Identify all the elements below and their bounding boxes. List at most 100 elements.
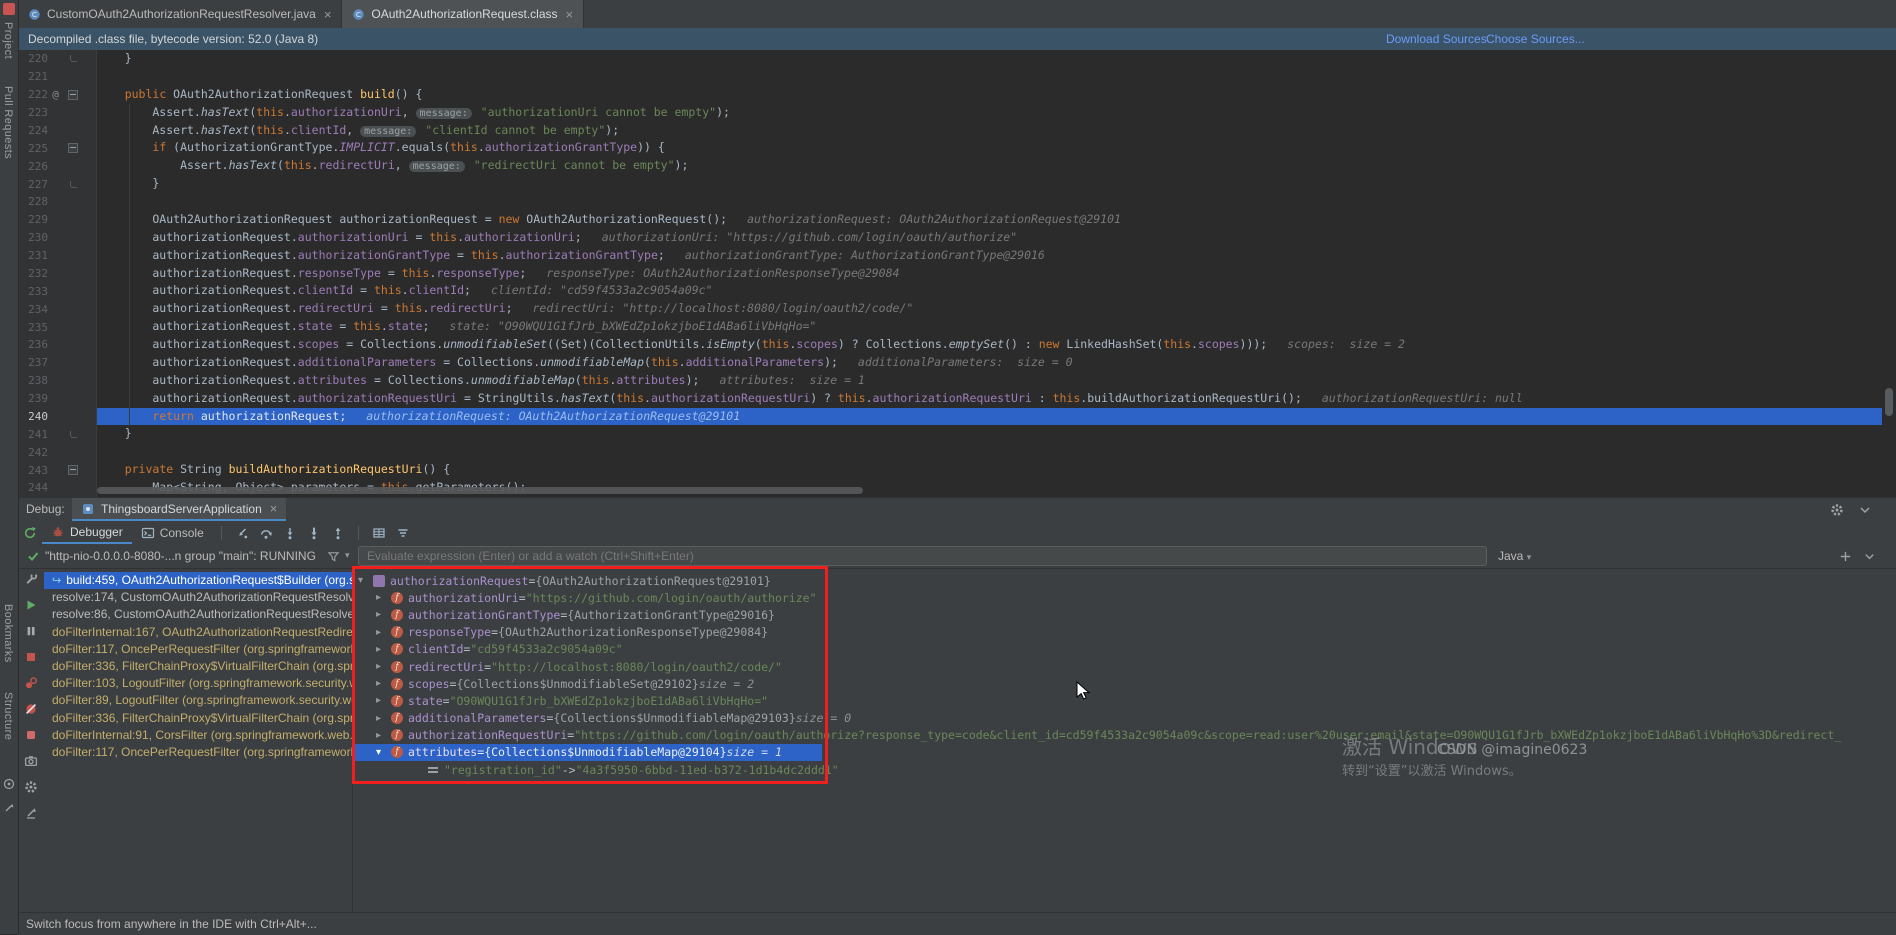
vertical-scrollbar[interactable] bbox=[1885, 388, 1893, 416]
gutter-row[interactable]: 223 bbox=[18, 104, 96, 122]
view-breakpoints-icon[interactable] bbox=[24, 676, 38, 690]
force-step-into-icon[interactable] bbox=[307, 526, 321, 540]
gutter-row[interactable]: 222 @ bbox=[18, 86, 96, 104]
code-line[interactable]: OAuth2AuthorizationRequest authorization… bbox=[97, 211, 1882, 229]
tree-chevron-icon[interactable]: ▸ bbox=[376, 661, 391, 672]
fold-marker[interactable] bbox=[63, 143, 83, 154]
frame-row[interactable]: doFilter:89, LogoutFilter (org.springfra… bbox=[44, 692, 352, 709]
gutter-row[interactable]: 244 bbox=[18, 479, 96, 497]
code-line[interactable]: } bbox=[97, 425, 1882, 443]
gutter-row[interactable]: 225 bbox=[18, 139, 96, 157]
choose-sources-link[interactable]: Choose Sources... bbox=[1486, 28, 1585, 50]
horizontal-scrollbar[interactable] bbox=[97, 487, 863, 494]
variable-row[interactable]: ▸ f additionalParameters = {Collections$Un… bbox=[352, 710, 1896, 727]
tree-chevron-icon[interactable]: ▾ bbox=[376, 747, 391, 758]
settings-icon[interactable] bbox=[24, 780, 38, 794]
frame-row[interactable]: doFilterInternal:91, CorsFilter (org.spr… bbox=[44, 727, 352, 744]
variable-row[interactable]: "registration_id" -> "4a3f5950-6bbd-11ed… bbox=[352, 761, 1896, 778]
fold-collapse-icon[interactable] bbox=[68, 143, 78, 154]
gutter-row[interactable]: 226 bbox=[18, 157, 96, 175]
code-line[interactable]: if (AuthorizationGrantType.IMPLICIT.equa… bbox=[97, 139, 1882, 157]
fold-marker[interactable] bbox=[63, 89, 83, 100]
variable-row[interactable]: ▸ f responseType = {OAuth2AuthorizationRes… bbox=[352, 624, 1896, 641]
variable-row[interactable]: ▸ f redirectUri = "http://localhost:8080/l… bbox=[352, 658, 1896, 675]
code-line[interactable]: private String buildAuthorizationRequest… bbox=[97, 461, 1882, 479]
variable-row[interactable]: ▸ f state = "O90WQU1G1fJrb_bXWEdZp1okzjboE… bbox=[352, 692, 1896, 709]
filter-lines-icon[interactable] bbox=[396, 526, 410, 540]
code-line[interactable] bbox=[97, 68, 1882, 86]
editor-tab-0[interactable]: C CustomOAuth2AuthorizationRequestResolve… bbox=[18, 0, 343, 28]
variable-row[interactable]: ▸ f authorizationGrantType = {Authorizatio… bbox=[352, 606, 1896, 623]
show-execution-point-icon[interactable] bbox=[235, 526, 249, 540]
step-into-icon[interactable] bbox=[283, 526, 297, 540]
editor-tab-1[interactable]: C OAuth2AuthorizationRequest.class × bbox=[342, 0, 585, 28]
gutter-row[interactable]: 230 bbox=[18, 229, 96, 247]
tree-chevron-icon[interactable]: ▸ bbox=[376, 695, 391, 706]
stripe-item-bookmarks[interactable]: Bookmarks bbox=[2, 604, 14, 663]
gutter-row[interactable]: 224 bbox=[18, 122, 96, 140]
code-line[interactable]: authorizationRequest.responseType = this… bbox=[97, 265, 1882, 283]
code-line[interactable]: return authorizationRequest; authorizatio… bbox=[97, 407, 1882, 426]
variable-row[interactable]: ▾ f attributes = {Collections$Unmodifiable… bbox=[352, 743, 1896, 762]
editor-gutter[interactable]: 220 221 222 @223 224 225 226 227 228 229 230 231 232… bbox=[18, 50, 97, 497]
gutter-row[interactable]: 241 bbox=[18, 425, 96, 443]
variable-row[interactable]: ▸ f scopes = {Collections$UnmodifiableSet@… bbox=[352, 675, 1896, 692]
frame-row[interactable]: doFilterInternal:167, OAuth2Authorizatio… bbox=[44, 624, 352, 641]
gutter-row[interactable]: 239 bbox=[18, 390, 96, 408]
gutter-row[interactable]: 235 bbox=[18, 318, 96, 336]
code-line[interactable] bbox=[97, 193, 1882, 211]
download-sources-link[interactable]: Download Sources bbox=[1386, 28, 1487, 50]
frame-row[interactable]: doFilter:336, FilterChainProxy$VirtualFi… bbox=[44, 658, 352, 675]
close-icon[interactable]: × bbox=[566, 7, 574, 22]
target-icon[interactable] bbox=[3, 778, 15, 790]
code-line[interactable]: authorizationRequest.clientId = this.cli… bbox=[97, 282, 1882, 300]
thread-status[interactable]: "http-nio-0.0.0.0-8080-...n group "main"… bbox=[45, 544, 316, 568]
fold-marker[interactable] bbox=[63, 55, 83, 63]
editor-code[interactable]: } public OAuth2AuthorizationRequest buil… bbox=[97, 50, 1882, 497]
gutter-row[interactable]: 231 bbox=[18, 247, 96, 265]
table-view-icon[interactable] bbox=[372, 526, 386, 540]
camera-icon[interactable] bbox=[24, 754, 38, 768]
tab-debugger[interactable]: Debugger bbox=[42, 521, 132, 544]
close-icon[interactable]: × bbox=[324, 7, 332, 22]
gear-icon[interactable] bbox=[1830, 503, 1844, 517]
code-line[interactable]: authorizationRequest.scopes = Collection… bbox=[97, 336, 1882, 354]
gutter-row[interactable]: 221 bbox=[18, 68, 96, 86]
frame-row[interactable]: doFilter:117, OncePerRequestFilter (org.… bbox=[44, 744, 352, 761]
code-line[interactable]: authorizationRequest.additionalParameter… bbox=[97, 354, 1882, 372]
code-line[interactable]: Assert.hasText(this.clientId, message: "… bbox=[97, 122, 1882, 140]
tree-chevron-icon[interactable]: ▸ bbox=[376, 644, 391, 655]
variable-row[interactable]: ▸ f authorizationUri = "https://github.com… bbox=[352, 589, 1896, 606]
tree-chevron-icon[interactable]: ▸ bbox=[376, 713, 391, 724]
gutter-row[interactable]: 243 bbox=[18, 461, 96, 479]
variables-tree[interactable]: ▾ authorizationRequest = {OAuth2Authoriza… bbox=[352, 572, 1896, 913]
wrench-icon[interactable] bbox=[24, 572, 38, 586]
fold-marker[interactable] bbox=[63, 430, 83, 438]
step-out-icon[interactable] bbox=[331, 526, 345, 540]
add-watch-icon[interactable] bbox=[1839, 550, 1852, 563]
code-line[interactable]: } bbox=[97, 50, 1882, 68]
frame-row[interactable]: doFilter:336, FilterChainProxy$VirtualFi… bbox=[44, 710, 352, 727]
code-line[interactable]: authorizationRequest.authorizationUri = … bbox=[97, 229, 1882, 247]
gutter-row[interactable]: 238 bbox=[18, 372, 96, 390]
stripe-item-structure[interactable]: Structure bbox=[2, 692, 14, 740]
frame-row[interactable]: doFilter:103, LogoutFilter (org.springfr… bbox=[44, 675, 352, 692]
thread-dropdown-icon[interactable]: ▾ bbox=[345, 551, 350, 561]
tree-chevron-icon[interactable]: ▾ bbox=[358, 575, 373, 586]
code-line[interactable]: authorizationRequest.state = this.state;… bbox=[97, 318, 1882, 336]
fold-collapse-icon[interactable] bbox=[68, 465, 78, 476]
stop-icon[interactable] bbox=[24, 650, 38, 664]
code-line[interactable]: public OAuth2AuthorizationRequest build(… bbox=[97, 86, 1882, 104]
gutter-row[interactable]: 227 bbox=[18, 175, 96, 193]
gutter-row[interactable]: 234 bbox=[18, 300, 96, 318]
code-line[interactable]: authorizationRequest.authorizationGrantT… bbox=[97, 247, 1882, 265]
variable-row[interactable]: ▾ authorizationRequest = {OAuth2Authoriza… bbox=[352, 572, 1896, 589]
gutter-row[interactable]: 220 bbox=[18, 50, 96, 68]
gutter-row[interactable]: 228 bbox=[18, 193, 96, 211]
resume-icon[interactable] bbox=[24, 598, 38, 612]
variable-row[interactable]: ▸ f clientId = "cd59f4533a2c9054a09c" bbox=[352, 641, 1896, 658]
step-over-icon[interactable] bbox=[259, 526, 273, 540]
pin-stripe-icon[interactable] bbox=[3, 802, 15, 814]
variable-row[interactable]: ▸ f authorizationRequestUri = "https://git… bbox=[352, 727, 1896, 744]
hide-panel-icon[interactable] bbox=[1858, 503, 1872, 517]
